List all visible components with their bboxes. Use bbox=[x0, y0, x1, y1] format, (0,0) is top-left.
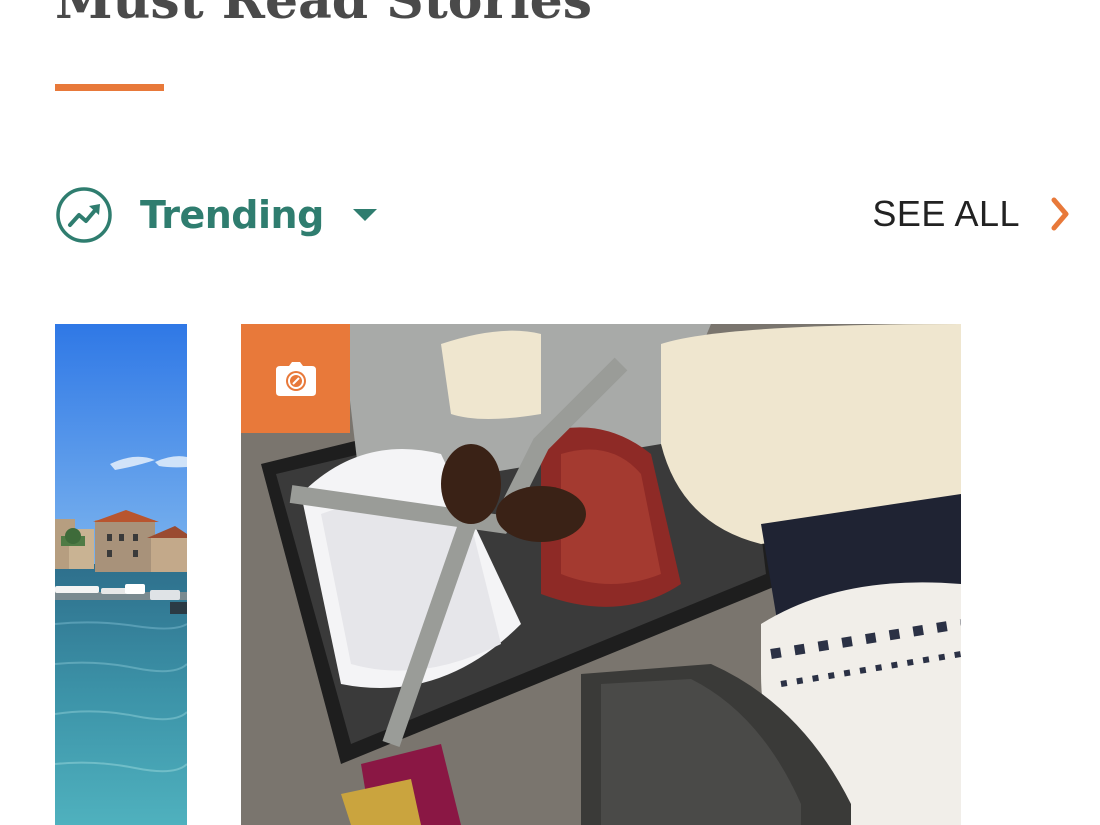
trending-filter[interactable]: Trending bbox=[55, 186, 378, 244]
chevron-right-icon bbox=[1020, 197, 1070, 231]
story-card-packing[interactable] bbox=[241, 324, 961, 825]
photo-badge[interactable] bbox=[241, 324, 350, 433]
trending-up-icon bbox=[55, 186, 113, 244]
see-all-label: SEE ALL bbox=[872, 193, 1020, 234]
see-all-link[interactable]: SEE ALL bbox=[872, 190, 1070, 238]
camera-icon bbox=[275, 361, 316, 396]
caret-down-icon[interactable] bbox=[324, 208, 378, 222]
title-underline bbox=[55, 84, 164, 91]
story-card-harbor[interactable] bbox=[55, 324, 187, 825]
section-title: Must Read Stories bbox=[55, 0, 592, 31]
coastal-harbor-photo bbox=[55, 324, 187, 825]
trending-label: Trending bbox=[140, 193, 324, 237]
